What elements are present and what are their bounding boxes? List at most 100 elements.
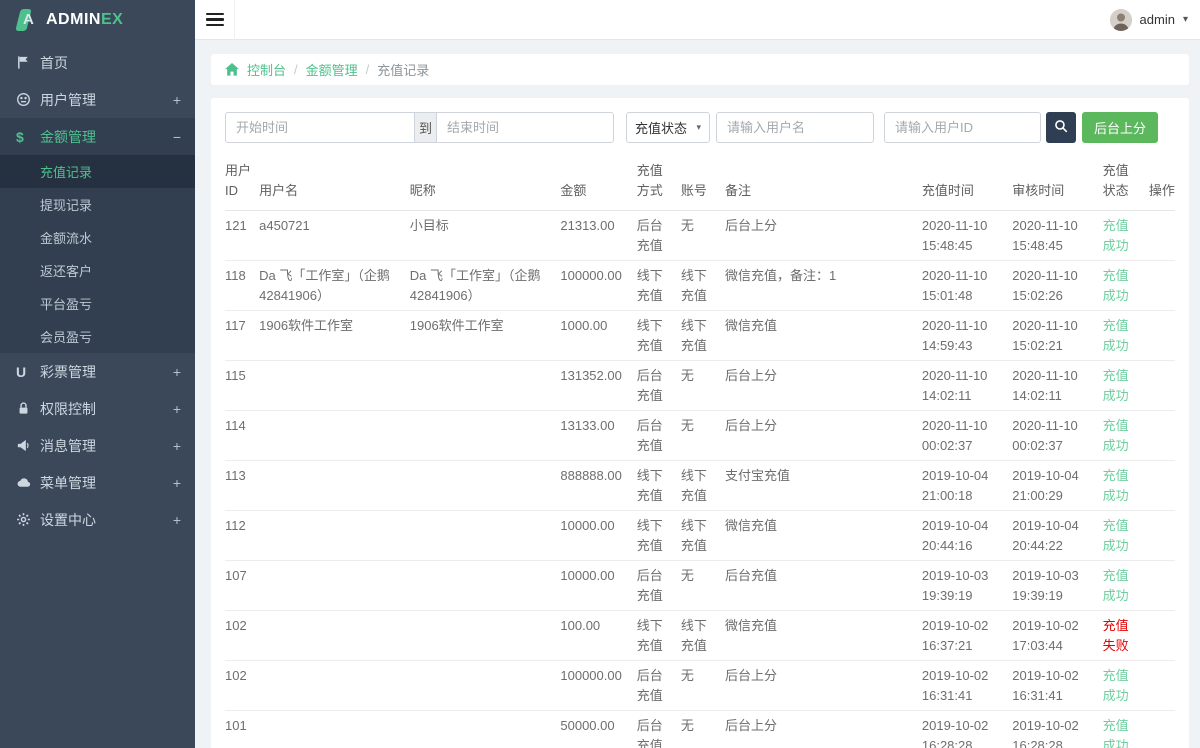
col-amount: 金额 (560, 155, 636, 211)
cell-user-id: 107 (225, 561, 259, 611)
expand-plus-icon: + (173, 92, 181, 108)
recharge-status-select[interactable]: 充值状态 ▾ (626, 112, 710, 143)
search-button[interactable] (1046, 112, 1076, 143)
cell-method: 线下充值 (637, 461, 681, 511)
lock-icon (16, 401, 38, 416)
sidebar-submenu: 充值记录 提现记录 金额流水 返还客户 平台盈亏 会员盈亏 (0, 155, 195, 353)
cell-user-id: 121 (225, 211, 259, 261)
cell-method: 后台充值 (637, 561, 681, 611)
cell-nickname (410, 511, 561, 561)
app-logo: A ADMINEX (0, 0, 195, 40)
cell-actions (1149, 461, 1175, 511)
col-method: 充值方式 (637, 155, 681, 211)
cell-remark: 微信充值 (725, 611, 922, 661)
topbar: admin ▾ (195, 0, 1200, 40)
table-row: 112 10000.00 线下充值 线下充值 微信充值 2019-10-04 2… (225, 511, 1175, 561)
col-audit-time: 审核时间 (1012, 155, 1102, 211)
user-circle-icon (16, 92, 38, 107)
avatar (1110, 9, 1132, 31)
cell-amount: 1000.00 (560, 311, 636, 361)
cell-user-id: 102 (225, 611, 259, 661)
table-row: 113 888888.00 线下充值 线下充值 支付宝充值 2019-10-04… (225, 461, 1175, 511)
sidebar-item-permissions[interactable]: 权限控制 + (0, 390, 195, 427)
cell-audit-time: 2020-11-10 15:48:45 (1012, 211, 1102, 261)
cell-audit-time: 2020-11-10 15:02:26 (1012, 261, 1102, 311)
sidebar-item-lottery[interactable]: U 彩票管理 + (0, 353, 195, 390)
cell-amount: 13133.00 (560, 411, 636, 461)
col-user-id: 用户ID (225, 155, 259, 211)
cell-actions (1149, 611, 1175, 661)
sidebar-item-messages[interactable]: 消息管理 + (0, 427, 195, 464)
cell-method: 后台充值 (637, 661, 681, 711)
sidebar-subitem[interactable]: 平台盈亏 (0, 287, 195, 320)
status-badge: 充值成功 (1103, 468, 1129, 503)
cell-nickname (410, 711, 561, 748)
breadcrumb-console[interactable]: 控制台 (247, 60, 286, 79)
sidebar-item-settings[interactable]: 设置中心 + (0, 501, 195, 538)
col-username: 用户名 (259, 155, 410, 211)
table-row: 101 50000.00 后台充值 无 后台上分 2019-10-02 16:2… (225, 711, 1175, 748)
cell-nickname: Da 飞「工作室」（企鹅 42841906） (410, 261, 561, 311)
status-badge: 充值成功 (1103, 418, 1129, 453)
breadcrumb-finance[interactable]: 金额管理 (306, 60, 358, 79)
end-time-input[interactable] (436, 112, 614, 143)
cell-account: 线下充值 (681, 261, 725, 311)
start-time-input[interactable] (225, 112, 415, 143)
cell-method: 线下充值 (637, 611, 681, 661)
expand-plus-icon: + (173, 364, 181, 380)
cell-user-id: 113 (225, 461, 259, 511)
cell-remark: 后台上分 (725, 361, 922, 411)
table-row: 118 Da 飞「工作室」（企鹅 42841906） Da 飞「工作室」（企鹅 … (225, 261, 1175, 311)
cell-audit-time: 2019-10-03 19:39:19 (1012, 561, 1102, 611)
cell-remark: 后台上分 (725, 211, 922, 261)
sidebar: A ADMINEX 首页 用户管理 + $ 金额管理 (0, 0, 195, 748)
cell-nickname: 1906软件工作室 (410, 311, 561, 361)
cell-status: 充值成功 (1103, 311, 1149, 361)
cell-method: 线下充值 (637, 261, 681, 311)
cell-actions (1149, 511, 1175, 561)
cell-status: 充值成功 (1103, 561, 1149, 611)
chevron-down-icon: ▾ (1183, 14, 1188, 25)
status-badge: 充值失败 (1103, 618, 1129, 653)
cell-status: 充值成功 (1103, 211, 1149, 261)
cell-remark: 微信充值 (725, 511, 922, 561)
cell-recharge-time: 2020-11-10 15:01:48 (922, 261, 1012, 311)
cell-recharge-time: 2020-11-10 14:59:43 (922, 311, 1012, 361)
lottery-icon: U (16, 364, 38, 380)
sidebar-subitem[interactable]: 金额流水 (0, 221, 195, 254)
cell-actions (1149, 361, 1175, 411)
cell-user-id: 117 (225, 311, 259, 361)
sidebar-subitem[interactable]: 会员盈亏 (0, 320, 195, 353)
sidebar-subitem[interactable]: 提现记录 (0, 188, 195, 221)
dollar-icon: $ (16, 129, 38, 145)
cell-method: 后台充值 (637, 361, 681, 411)
home-icon (225, 63, 239, 76)
cell-amount: 888888.00 (560, 461, 636, 511)
sidebar-item-label: 权限控制 (40, 399, 96, 419)
sidebar-subitem[interactable]: 充值记录 (0, 155, 195, 188)
hamburger-menu-icon[interactable] (195, 0, 235, 40)
backend-topup-button[interactable]: 后台上分 (1082, 112, 1158, 143)
cell-actions (1149, 561, 1175, 611)
cell-recharge-time: 2019-10-04 21:00:18 (922, 461, 1012, 511)
username-input[interactable] (716, 112, 874, 143)
cell-recharge-time: 2020-11-10 15:48:45 (922, 211, 1012, 261)
cell-username: a450721 (259, 211, 410, 261)
user-menu[interactable]: admin ▾ (1110, 9, 1200, 31)
cell-recharge-time: 2019-10-04 20:44:16 (922, 511, 1012, 561)
expand-plus-icon: + (173, 475, 181, 491)
cell-remark: 后台充值 (725, 561, 922, 611)
flag-icon (16, 55, 38, 70)
sidebar-item-menus[interactable]: 菜单管理 + (0, 464, 195, 501)
sidebar-item-home[interactable]: 首页 (0, 44, 195, 81)
cell-recharge-time: 2020-11-10 00:02:37 (922, 411, 1012, 461)
recharge-records-card: 到 充值状态 ▾ 后台上分 (211, 98, 1189, 748)
cell-method: 后台充值 (637, 711, 681, 748)
sidebar-item-finance[interactable]: $ 金额管理 − (0, 118, 195, 155)
search-icon (1054, 119, 1068, 136)
sidebar-subitem[interactable]: 返还客户 (0, 254, 195, 287)
userid-input[interactable] (884, 112, 1041, 143)
cell-user-id: 114 (225, 411, 259, 461)
sidebar-item-label: 金额管理 (40, 127, 96, 147)
sidebar-item-users[interactable]: 用户管理 + (0, 81, 195, 118)
